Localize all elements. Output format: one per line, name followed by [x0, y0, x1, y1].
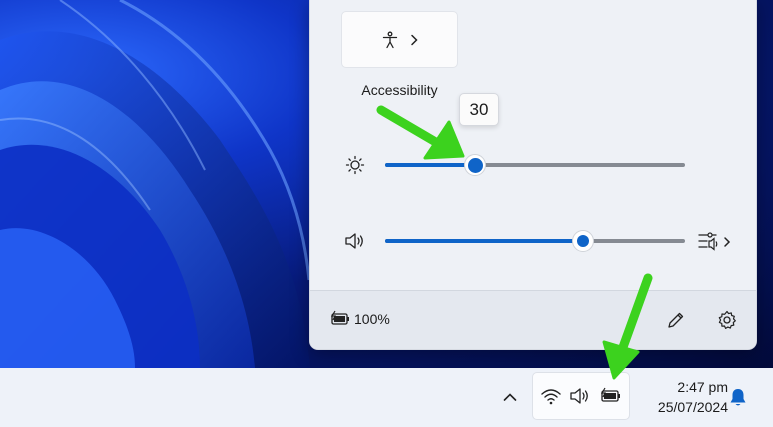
volume-slider[interactable]	[385, 230, 685, 252]
speaker-icon[interactable]	[344, 231, 364, 251]
gear-icon[interactable]	[716, 309, 738, 331]
quick-settings-footer: 100%	[310, 290, 756, 349]
chevron-right-icon	[409, 34, 419, 46]
wifi-icon[interactable]	[540, 386, 562, 406]
volume-slider-thumb[interactable]	[572, 230, 594, 252]
brightness-slider-fill	[385, 163, 475, 167]
annotation-arrow-brightness	[376, 105, 465, 160]
clock-date: 25/07/2024	[657, 399, 728, 415]
speaker-icon[interactable]	[569, 386, 591, 406]
brightness-slider[interactable]	[385, 154, 685, 176]
battery-charging-icon[interactable]	[329, 310, 351, 328]
taskbar-clock[interactable]: 2:47 pm 25/07/2024	[632, 377, 728, 417]
brightness-icon	[345, 155, 365, 175]
sound-mixer-icon[interactable]	[698, 230, 734, 251]
battery-percentage[interactable]: 100%	[354, 311, 390, 327]
annotation-arrow-battery	[602, 273, 653, 380]
bell-icon[interactable]	[728, 387, 748, 409]
quick-settings-panel: Accessibility 30 100%	[309, 0, 757, 350]
accessibility-label: Accessibility	[361, 82, 438, 98]
battery-charging-icon[interactable]	[599, 387, 623, 405]
accessibility-icon	[381, 31, 399, 49]
pencil-icon[interactable]	[666, 310, 686, 330]
chevron-up-icon[interactable]	[501, 388, 519, 406]
volume-slider-fill	[385, 239, 583, 243]
accessibility-tile[interactable]	[341, 11, 458, 68]
